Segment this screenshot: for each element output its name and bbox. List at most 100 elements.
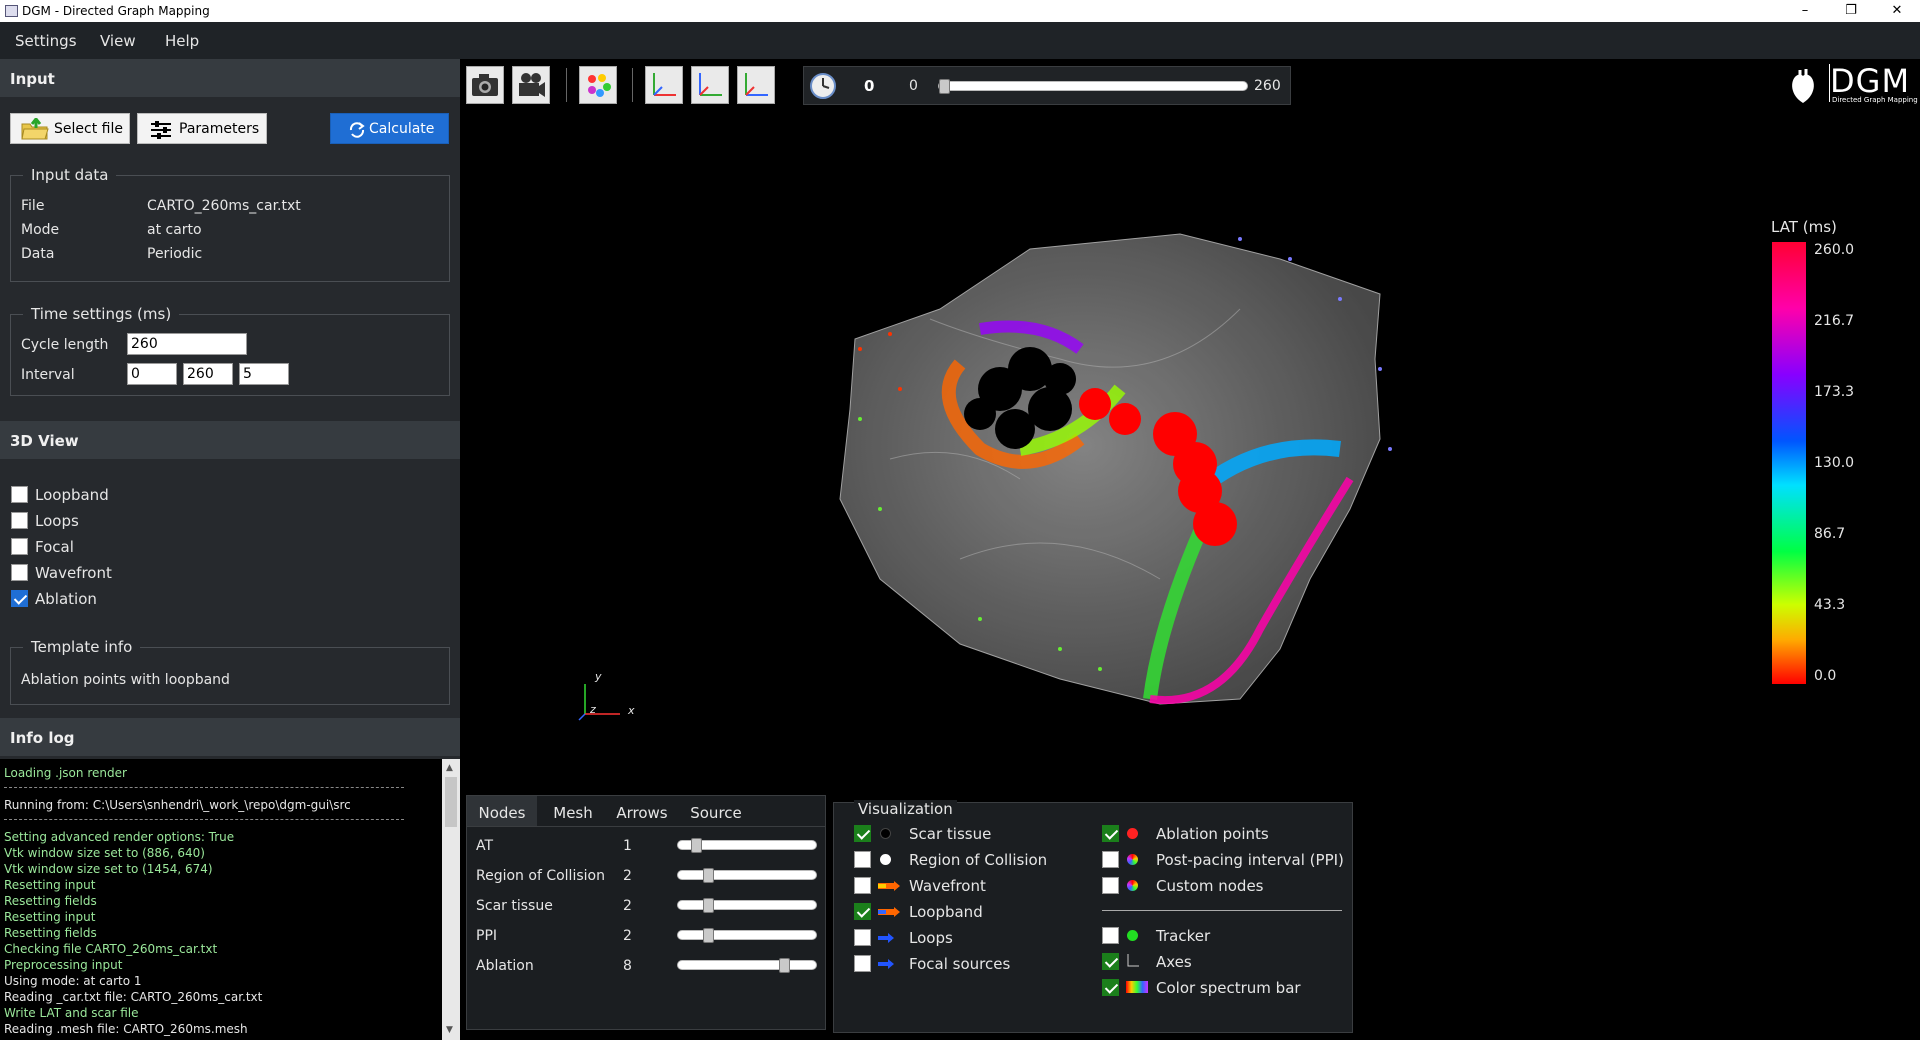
tracker-checkbox[interactable] bbox=[1102, 927, 1119, 944]
slider-knob[interactable] bbox=[703, 898, 715, 913]
focal-sources-label: Focal sources bbox=[909, 955, 1011, 973]
wavefront-viz-label: Wavefront bbox=[909, 877, 986, 895]
cycle-length-label: Cycle length bbox=[21, 337, 109, 353]
ablation-checkbox[interactable] bbox=[11, 590, 28, 607]
time-slider[interactable] bbox=[938, 79, 1248, 94]
restore-button[interactable]: ❐ bbox=[1828, 0, 1874, 22]
record-video-button[interactable] bbox=[512, 66, 550, 104]
log-separator bbox=[4, 819, 404, 820]
slider-knob[interactable] bbox=[778, 958, 790, 973]
ppi-size-value: 2 bbox=[623, 928, 632, 944]
loops-arrow-icon bbox=[878, 933, 894, 943]
slider-knob[interactable] bbox=[703, 928, 715, 943]
log-scrollbar[interactable]: ▲ ▼ bbox=[442, 759, 460, 1040]
calculate-button[interactable]: Calculate bbox=[330, 113, 449, 144]
tab-arrows[interactable]: Arrows bbox=[607, 796, 677, 826]
ppi-size-slider[interactable] bbox=[677, 928, 817, 943]
colored-dots-icon bbox=[588, 74, 611, 97]
loops-checkbox[interactable] bbox=[11, 512, 28, 529]
scroll-down-icon[interactable]: ▼ bbox=[446, 1025, 453, 1035]
info-log[interactable]: Loading .json render Running from: C:\Us… bbox=[0, 759, 442, 1040]
at-size-slider[interactable] bbox=[677, 838, 817, 853]
wavefront-viz-checkbox[interactable] bbox=[854, 877, 871, 894]
node-settings-panel: Nodes Mesh Arrows Source AT 1 Region of … bbox=[466, 795, 826, 1030]
legend-tick: 0.0 bbox=[1814, 668, 1837, 684]
sliders-icon bbox=[151, 121, 171, 139]
collision-size-label: Region of Collision bbox=[476, 868, 605, 884]
legend-tick: 260.0 bbox=[1814, 242, 1855, 258]
time-start-value: 0 bbox=[909, 78, 918, 94]
color-spectrum-checkbox[interactable] bbox=[1102, 979, 1119, 996]
cycle-length-input[interactable] bbox=[127, 333, 247, 355]
axes-xy-icon bbox=[653, 73, 676, 96]
log-line: Using mode: at carto 1 bbox=[4, 974, 142, 988]
logo-divider bbox=[1829, 64, 1830, 102]
interval-step-input[interactable] bbox=[239, 363, 289, 385]
tab-mesh[interactable]: Mesh bbox=[543, 796, 603, 826]
focal-checkbox[interactable] bbox=[11, 538, 28, 555]
custom-nodes-checkbox[interactable] bbox=[1102, 877, 1119, 894]
color-nodes-button[interactable] bbox=[579, 66, 617, 104]
clock-icon[interactable] bbox=[809, 72, 837, 100]
window-title: DGM - Directed Graph Mapping bbox=[22, 4, 210, 18]
viz-divider bbox=[1102, 910, 1342, 911]
black-dot-icon bbox=[880, 828, 891, 839]
time-control: 0 0 260 bbox=[803, 66, 1291, 105]
focal-sources-checkbox[interactable] bbox=[854, 955, 871, 972]
view-xy-button[interactable] bbox=[645, 66, 683, 104]
axes-checkbox[interactable] bbox=[1102, 953, 1119, 970]
view-zy-button[interactable] bbox=[691, 66, 729, 104]
tab-nodes[interactable]: Nodes bbox=[467, 796, 537, 826]
ablation-size-slider[interactable] bbox=[677, 958, 817, 973]
menu-view[interactable]: View bbox=[100, 32, 136, 50]
title-bar: DGM - Directed Graph Mapping – ❐ ✕ bbox=[0, 0, 1920, 22]
log-line: Resetting fields bbox=[4, 894, 97, 908]
screenshot-button[interactable] bbox=[466, 66, 504, 104]
interval-end-input[interactable] bbox=[183, 363, 233, 385]
loopband-arrow-icon bbox=[878, 907, 900, 917]
loops-viz-label: Loops bbox=[909, 929, 953, 947]
menu-help[interactable]: Help bbox=[165, 32, 199, 50]
legend-tick: 43.3 bbox=[1814, 597, 1846, 613]
loops-viz-checkbox[interactable] bbox=[854, 929, 871, 946]
template-info-group: Template info Ablation points with loopb… bbox=[10, 638, 450, 705]
loopband-checkbox[interactable] bbox=[11, 486, 28, 503]
ppi-checkbox[interactable] bbox=[1102, 851, 1119, 868]
menu-settings[interactable]: Settings bbox=[15, 32, 77, 50]
view3d-header: 3D View bbox=[0, 421, 460, 459]
collision-checkbox[interactable] bbox=[854, 851, 871, 868]
scroll-thumb[interactable] bbox=[445, 777, 457, 827]
log-line: Loading .json render bbox=[4, 766, 127, 780]
view-yz-button[interactable] bbox=[737, 66, 775, 104]
ablation-size-label: Ablation bbox=[476, 958, 534, 974]
camera-icon bbox=[472, 74, 498, 96]
loopband-viz-checkbox[interactable] bbox=[854, 903, 871, 920]
spectrum-icon bbox=[1126, 981, 1148, 993]
scroll-up-icon[interactable]: ▲ bbox=[446, 763, 453, 773]
scar-tissue-checkbox[interactable] bbox=[854, 825, 871, 842]
legend-tick: 216.7 bbox=[1814, 313, 1855, 329]
visualization-panel: Visualization Scar tissue Region of Coll… bbox=[833, 800, 1353, 1033]
slider-knob[interactable] bbox=[690, 838, 702, 853]
close-button[interactable]: ✕ bbox=[1874, 0, 1920, 22]
current-time-value: 0 bbox=[864, 77, 875, 95]
slider-knob[interactable] bbox=[703, 868, 715, 883]
interval-start-input[interactable] bbox=[127, 363, 177, 385]
axes-label: Axes bbox=[1156, 953, 1192, 971]
tab-source[interactable]: Source bbox=[681, 796, 751, 826]
minimize-button[interactable]: – bbox=[1782, 0, 1828, 22]
red-dot-icon bbox=[1127, 828, 1138, 839]
wavefront-checkbox[interactable] bbox=[11, 564, 28, 581]
axes-small-icon bbox=[1127, 954, 1139, 967]
ablation-label: Ablation bbox=[35, 590, 97, 608]
log-line: Vtk window size set to (886, 640) bbox=[4, 846, 205, 860]
parameters-button[interactable]: Parameters bbox=[137, 113, 267, 144]
log-line: Setting advanced render options: True bbox=[4, 830, 235, 844]
time-slider-knob[interactable] bbox=[939, 79, 950, 94]
axes-icon bbox=[578, 684, 620, 721]
select-file-button[interactable]: Select file bbox=[10, 113, 130, 144]
ablation-points-checkbox[interactable] bbox=[1102, 825, 1119, 842]
collision-size-slider[interactable] bbox=[677, 868, 817, 883]
visualization-title: Visualization bbox=[854, 800, 957, 818]
scar-size-slider[interactable] bbox=[677, 898, 817, 913]
